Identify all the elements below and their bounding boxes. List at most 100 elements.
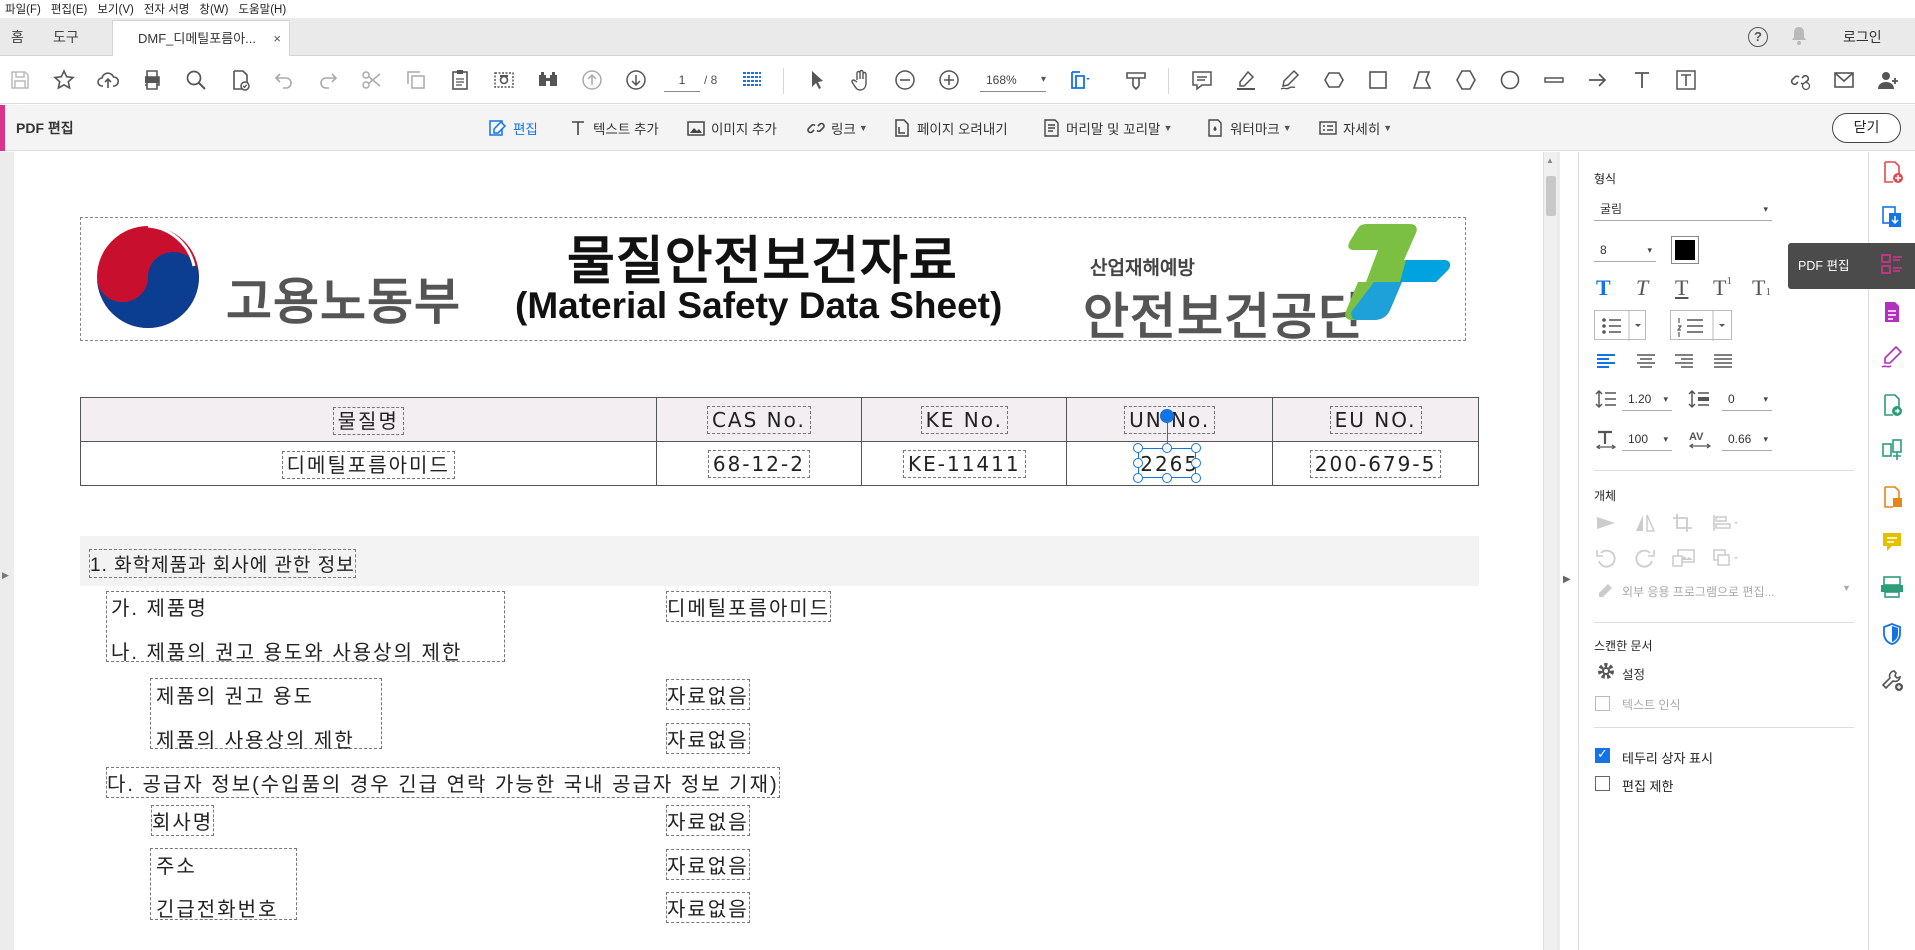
align-justify-icon[interactable] <box>1713 353 1733 372</box>
page-display-icon[interactable] <box>740 68 764 92</box>
save-icon[interactable] <box>8 68 32 92</box>
line-icon[interactable] <box>1542 68 1566 92</box>
resize-handle-right[interactable] <box>1191 458 1201 468</box>
fit-page-icon[interactable] <box>1068 68 1092 92</box>
table-header-cell[interactable]: KE No. <box>861 397 1068 442</box>
create-pdf-icon[interactable] <box>1880 160 1904 184</box>
external-edit-row[interactable]: 외부 응용 프로그램으로 편집... ▼ <box>1594 580 1854 602</box>
table-cell[interactable]: 68-12-2 <box>655 441 863 486</box>
check-document-icon[interactable] <box>228 68 252 92</box>
font-size-select[interactable]: 8 <box>1594 238 1656 262</box>
company-name-value[interactable]: 자료없음 <box>666 805 750 836</box>
bell-icon[interactable] <box>1790 26 1808 49</box>
table-cell[interactable]: 200-679-5 <box>1272 441 1479 486</box>
next-page-icon[interactable] <box>624 68 648 92</box>
rotate-left-icon[interactable] <box>1595 548 1617 571</box>
resize-handle-top-right[interactable] <box>1191 443 1201 453</box>
replace-image-icon[interactable] <box>1672 548 1696 571</box>
product-name-label[interactable]: 가. 제품명 <box>111 592 208 621</box>
flip-vertical-icon[interactable] <box>1634 513 1656 536</box>
scan-ocr-icon[interactable] <box>1880 575 1904 599</box>
undo-icon[interactable] <box>272 68 296 92</box>
prev-page-icon[interactable] <box>580 68 604 92</box>
page-number-input[interactable]: 1 <box>664 68 700 92</box>
address-value[interactable]: 자료없음 <box>666 849 750 880</box>
header-ke-no[interactable]: KE No. <box>920 405 1008 434</box>
more-tools-icon[interactable] <box>1880 668 1904 692</box>
cloud-upload-icon[interactable] <box>96 68 120 92</box>
show-bounding-box-checkbox[interactable] <box>1595 746 1610 763</box>
align-center-icon[interactable] <box>1636 353 1656 372</box>
use-limitation-label[interactable]: 제품의 사용상의 제한 <box>156 724 355 753</box>
emergency-phone-label[interactable]: 긴급전화번호 <box>156 893 278 922</box>
close-edit-button[interactable]: 닫기 <box>1832 113 1901 143</box>
table-header-cell[interactable]: EU NO. <box>1272 397 1479 442</box>
paragraph-spacing-select[interactable]: 0 <box>1722 387 1772 411</box>
document-title-ko[interactable]: 물질안전보건자료 <box>567 219 958 294</box>
polygon-cloud-icon[interactable] <box>1322 68 1346 92</box>
cut-icon[interactable] <box>360 68 384 92</box>
rectangle-icon[interactable] <box>1366 68 1390 92</box>
bullet-list-button[interactable] <box>1594 310 1646 341</box>
zoom-select[interactable]: 168% <box>980 68 1046 92</box>
export-pdf-icon[interactable] <box>1880 205 1904 229</box>
menu-help[interactable]: 도움말(H) <box>233 1 291 17</box>
resize-handle-bottom-left[interactable] <box>1133 473 1143 483</box>
add-user-icon[interactable] <box>1876 68 1900 92</box>
table-cell[interactable]: 디메틸포름아미드 <box>80 441 657 486</box>
left-panel-toggle-icon[interactable]: ▶ <box>2 570 9 581</box>
value-ke-no[interactable]: KE-11411 <box>903 449 1026 478</box>
close-tab-icon[interactable]: × <box>273 21 281 56</box>
use-restriction-label[interactable]: 나. 제품의 권고 용도와 사용상의 제한 <box>111 636 462 665</box>
copy-icon[interactable] <box>404 68 428 92</box>
tab-document[interactable]: DMF_디메틸포름아... × <box>112 20 290 57</box>
arrange-objects-icon[interactable] <box>1712 548 1742 571</box>
combine-files-icon[interactable] <box>1880 485 1904 509</box>
text-color-swatch[interactable] <box>1671 236 1699 264</box>
add-image-button[interactable]: 이미지 추가 <box>686 105 777 151</box>
draw-pen-icon[interactable] <box>1278 68 1302 92</box>
scroll-up-arrow-icon[interactable]: ▲ <box>1546 156 1554 165</box>
horizontal-scale-select[interactable]: 100 <box>1622 427 1672 451</box>
fill-sign-icon[interactable] <box>1880 345 1904 369</box>
use-limitation-value[interactable]: 자료없음 <box>666 723 750 754</box>
hand-tool-icon[interactable] <box>849 68 873 92</box>
numbered-list-button[interactable] <box>1670 310 1732 341</box>
menu-window[interactable]: 창(W) <box>194 1 233 17</box>
link-share-icon[interactable] <box>1788 68 1812 92</box>
header-footer-dropdown[interactable]: 머리말 및 꼬리말 ▼ <box>1041 105 1172 151</box>
edit-pdf-rail-icon[interactable] <box>1880 252 1904 276</box>
add-text-button[interactable]: 텍스트 추가 <box>568 105 659 151</box>
resize-handle-left[interactable] <box>1133 458 1143 468</box>
send-for-review-icon[interactable] <box>1880 393 1904 417</box>
menu-esign[interactable]: 전자 서명 <box>139 1 195 17</box>
paste-icon[interactable] <box>448 68 472 92</box>
create-form-icon[interactable] <box>1880 300 1904 324</box>
text-recognition-checkbox[interactable] <box>1595 696 1610 711</box>
table-header-cell[interactable]: 물질명 <box>80 397 657 442</box>
menu-view[interactable]: 보기(V) <box>92 1 139 17</box>
more-dropdown[interactable]: 자세히 ▼ <box>1318 105 1392 151</box>
value-cas-no[interactable]: 68-12-2 <box>707 449 810 478</box>
value-substance-name[interactable]: 디메틸포름아미드 <box>281 451 455 479</box>
crop-icon[interactable] <box>1672 513 1694 536</box>
font-family-select[interactable]: 굴림 <box>1594 197 1772 221</box>
subscript-icon[interactable]: T1 <box>1752 275 1771 301</box>
link-dropdown[interactable]: 링크 ▼ <box>806 105 868 151</box>
emergency-phone-value[interactable]: 자료없음 <box>666 892 750 923</box>
protect-shield-icon[interactable] <box>1880 622 1904 646</box>
table-header-cell[interactable]: CAS No. <box>655 397 863 442</box>
text-tool-icon[interactable] <box>1630 68 1654 92</box>
menu-file[interactable]: 파일(F) <box>0 1 46 17</box>
rotate-handle[interactable] <box>1160 409 1174 423</box>
menu-edit[interactable]: 편집(E) <box>46 1 93 17</box>
right-panel-collapse-icon[interactable]: ▶ <box>1563 574 1571 585</box>
scroll-mode-icon[interactable] <box>1124 68 1148 92</box>
resize-handle-bottom[interactable] <box>1162 473 1172 483</box>
textbox-icon[interactable] <box>1674 68 1698 92</box>
hexagon-icon[interactable] <box>1454 68 1478 92</box>
header-eu-no[interactable]: EU NO. <box>1329 405 1422 434</box>
document-title-en[interactable]: (Material Safety Data Sheet) <box>515 285 1002 327</box>
product-name-value[interactable]: 디메틸포름아미드 <box>665 591 832 622</box>
oval-icon[interactable] <box>1498 68 1522 92</box>
